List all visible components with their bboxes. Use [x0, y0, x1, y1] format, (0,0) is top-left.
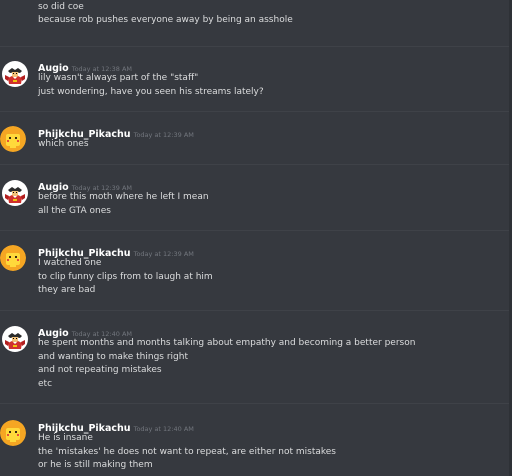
chat-message-list: yes so did coe because rob pushes everyo… — [0, 0, 512, 476]
message-line: I watched one — [38, 258, 102, 268]
message-lines: before this moth where he left I mean al… — [38, 191, 209, 218]
message-divider — [0, 111, 512, 112]
pikachu-avatar-icon[interactable] — [0, 420, 26, 446]
message-group: Augio Today at 12:39 AM before this moth … — [0, 178, 512, 224]
message-group: Phijkchu_Pikachu Today at 12:39 AM I watc… — [0, 244, 512, 302]
message-divider — [0, 230, 512, 231]
message-line: before this moth where he left I mean — [38, 192, 209, 202]
message-line: and wanting to make things right — [38, 351, 188, 362]
message-header: Phijkchu_Pikachu Today at 12:39 AM — [38, 125, 194, 140]
message-line: all the GTA ones — [38, 205, 111, 216]
message-line: to clip funny clips from to laugh at him — [38, 271, 213, 282]
red-knight-avatar-icon[interactable] — [2, 180, 28, 206]
message-line: they are bad — [38, 285, 96, 296]
message-group: yes so did coe because rob pushes everyo… — [0, 0, 512, 35]
message-header: Phijkchu_Pikachu Today at 12:39 AM — [38, 244, 194, 259]
message-line: etc — [38, 378, 53, 389]
message-lines: yes so did coe because rob pushes everyo… — [38, 0, 293, 28]
message-group: Augio Today at 12:38 AM lily wasn't alway… — [0, 59, 512, 105]
message-group: Phijkchu_Pikachu Today at 12:39 AM which … — [0, 125, 512, 165]
pikachu-avatar-icon[interactable] — [0, 245, 26, 271]
message-header: Phijkchu_Pikachu Today at 12:40 AM — [38, 419, 194, 434]
message-line: He is insane — [38, 433, 93, 443]
message-lines: he spent months and months talking about… — [38, 337, 415, 391]
message-line: so did coe — [38, 1, 84, 12]
message-line: he spent months and months talking about… — [38, 338, 416, 348]
message-lines: which ones — [38, 138, 89, 152]
message-lines: He is insane the 'mistakes' he does not … — [38, 432, 336, 473]
message-divider — [0, 164, 512, 165]
message-divider — [0, 46, 512, 47]
timestamp[interactable]: Today at 12:39 AM — [134, 131, 194, 139]
message-group: Phijkchu_Pikachu Today at 12:40 AM He is … — [0, 419, 512, 476]
message-line: because rob pushes everyone away by bein… — [38, 15, 293, 26]
message-line: lily wasn't always part of the "staff" — [38, 73, 199, 83]
pikachu-avatar-icon[interactable] — [0, 126, 26, 152]
message-header: Augio Today at 12:40 AM — [38, 324, 132, 339]
red-knight-avatar-icon[interactable] — [2, 61, 28, 87]
message-divider — [0, 310, 512, 311]
message-divider — [0, 403, 512, 404]
message-line: and not repeating mistakes — [38, 365, 162, 376]
message-line: just wondering, have you seen his stream… — [38, 86, 264, 97]
message-line: which ones — [38, 139, 89, 149]
message-header: Augio Today at 12:39 AM — [38, 178, 132, 193]
red-knight-avatar-icon[interactable] — [2, 326, 28, 352]
message-line: the 'mistakes' he does not want to repea… — [38, 446, 336, 457]
message-group: Augio Today at 12:40 AM he spent months a… — [0, 324, 512, 396]
message-header: Augio Today at 12:38 AM — [38, 59, 132, 74]
message-lines: lily wasn't always part of the "staff" j… — [38, 72, 264, 99]
message-lines: I watched one to clip funny clips from t… — [38, 257, 213, 298]
message-line: or he is still making them — [38, 460, 153, 471]
